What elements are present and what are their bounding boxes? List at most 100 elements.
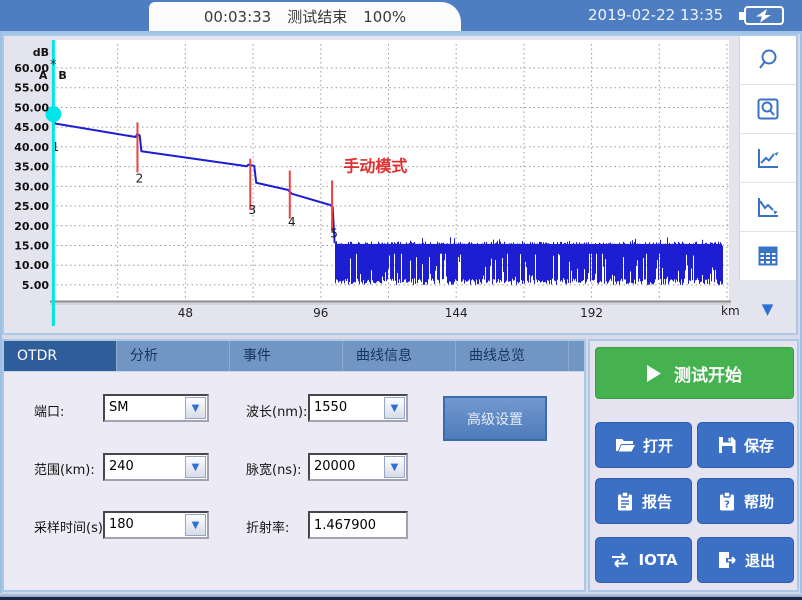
x-tick-label: 48 xyxy=(178,306,193,320)
refractive-index-input[interactable] xyxy=(308,511,408,539)
event-grid-button[interactable] xyxy=(739,232,796,281)
y-tick-label: 50.00 xyxy=(14,101,49,114)
y-tick-label: 45.00 xyxy=(14,121,49,134)
test-status-tab: 00:03:33 测试结束 100% xyxy=(149,2,461,31)
y-tick-label: 15.00 xyxy=(14,239,49,252)
open-label: 打开 xyxy=(643,435,673,456)
mode-annotation: 手动模式 xyxy=(343,156,407,175)
exit-icon xyxy=(716,550,738,570)
y-tick-label: 40.00 xyxy=(14,141,49,154)
x-tick-label: 144 xyxy=(445,306,468,320)
magnifier-button[interactable] xyxy=(739,36,796,85)
region-zoom-button[interactable] xyxy=(739,85,796,134)
start-test-label: 测试开始 xyxy=(674,361,742,386)
combo-arrow-icon[interactable]: ▼ xyxy=(185,397,206,419)
save-icon xyxy=(717,435,737,455)
x-tick-label: 192 xyxy=(580,306,603,320)
play-icon xyxy=(647,365,662,382)
open-folder-icon xyxy=(614,435,636,455)
pulse-width-select[interactable]: 20000 ▼ xyxy=(308,453,408,481)
noise-top-band xyxy=(335,244,722,254)
report-label: 报告 xyxy=(642,491,672,512)
port-select[interactable]: SM ▼ xyxy=(103,394,209,422)
report-button[interactable]: 报告 xyxy=(595,478,692,524)
cursor-b-label: B xyxy=(58,69,66,82)
otdr-settings-form: 端口: SM ▼ 波长(nm): 1550 ▼ 高级设置 范围(km): 240… xyxy=(4,372,584,591)
tab-analysis[interactable]: 分析 xyxy=(117,341,230,371)
help-icon: ? xyxy=(717,491,737,511)
combo-arrow-icon[interactable]: ▼ xyxy=(185,456,206,478)
datetime-text: 2019-02-22 13:35 xyxy=(588,6,723,24)
combo-arrow-icon[interactable]: ▼ xyxy=(384,456,405,478)
collapse-chart-button[interactable]: ▼ xyxy=(739,281,796,337)
tab-trace-overview[interactable]: 曲线总览 xyxy=(456,341,569,371)
y-axis-unit: dB xyxy=(33,46,49,59)
y-tick-label: 30.00 xyxy=(14,180,49,193)
y-tick-label: 35.00 xyxy=(14,161,49,174)
iota-loop-icon xyxy=(609,551,631,569)
progress-percent: 100% xyxy=(363,8,406,26)
battery-charging-icon xyxy=(736,5,788,26)
pulse-width-label: 脉宽(ns): xyxy=(246,459,302,478)
iota-label: IOTA xyxy=(638,551,677,569)
combo-arrow-icon[interactable]: ▼ xyxy=(384,397,405,419)
wavelength-value: 1550 xyxy=(314,400,347,415)
start-test-button[interactable]: 测试开始 xyxy=(595,347,794,399)
sample-time-value: 180 xyxy=(109,517,134,532)
event-marker-label: 5 xyxy=(330,227,338,241)
y-tick-label: 5.00 xyxy=(22,279,49,292)
report-icon xyxy=(615,491,635,511)
exit-button[interactable]: 退出 xyxy=(697,537,794,583)
x-tick-label: 96 xyxy=(313,306,328,320)
trace-chart-panel: 12345AB*手动模式dB60.0055.0050.0045.0040.003… xyxy=(2,34,798,335)
wavelength-select[interactable]: 1550 ▼ xyxy=(308,394,408,422)
elapsed-time: 00:03:33 xyxy=(204,8,271,26)
y-tick-label: 55.00 xyxy=(14,82,49,95)
x-axis-unit: km xyxy=(721,304,739,318)
port-value: SM xyxy=(109,400,128,415)
region-zoom-icon xyxy=(755,96,781,122)
chart-side-toolbar: ▼ xyxy=(739,36,796,333)
otdr-device-screen: 00:03:33 测试结束 100% 2019-02-22 13:35 1234… xyxy=(0,0,802,600)
trace-zoom-in-icon xyxy=(755,145,781,171)
tab-otdr[interactable]: OTDR xyxy=(4,341,117,371)
otdr-trace-chart[interactable]: 12345AB*手动模式dB60.0055.0050.0045.0040.003… xyxy=(4,36,739,333)
save-button[interactable]: 保存 xyxy=(697,422,794,468)
top-status-bar: 00:03:33 测试结束 100% 2019-02-22 13:35 xyxy=(0,0,802,31)
iota-button[interactable]: IOTA xyxy=(595,537,692,583)
trace-zoom-in-button[interactable] xyxy=(739,134,796,183)
range-value: 240 xyxy=(109,459,134,474)
event-marker-label: 4 xyxy=(288,215,296,229)
sample-time-label: 采样时间(s): xyxy=(34,517,107,536)
event-marker-label: 2 xyxy=(136,171,144,185)
y-tick-label: 10.00 xyxy=(14,259,49,272)
event-marker-label: 3 xyxy=(248,203,256,217)
svg-text:?: ? xyxy=(724,500,730,511)
bottom-edge-strip xyxy=(0,593,802,600)
trace-zoom-out-button[interactable] xyxy=(739,183,796,232)
sample-time-select[interactable]: 180 ▼ xyxy=(103,511,209,539)
exit-label: 退出 xyxy=(745,550,775,571)
refractive-index-label: 折射率: xyxy=(246,517,289,536)
trace-zoom-out-icon xyxy=(755,194,781,220)
cursor-top-marker: * xyxy=(50,58,57,73)
range-select[interactable]: 240 ▼ xyxy=(103,453,209,481)
save-label: 保存 xyxy=(744,435,774,456)
advanced-settings-button[interactable]: 高级设置 xyxy=(443,396,547,441)
help-button[interactable]: ? 帮助 xyxy=(697,478,794,524)
magnifier-icon xyxy=(755,47,781,73)
open-button[interactable]: 打开 xyxy=(595,422,692,468)
pulse-width-value: 20000 xyxy=(314,459,355,474)
settings-panel: OTDR 分析 事件 曲线信息 曲线总览 端口: SM ▼ 波长(nm): 15… xyxy=(2,339,586,592)
help-label: 帮助 xyxy=(744,491,774,512)
range-label: 范围(km): xyxy=(34,459,95,478)
tab-events[interactable]: 事件 xyxy=(230,341,343,371)
event-grid-icon xyxy=(755,243,781,269)
settings-tabbar: OTDR 分析 事件 曲线信息 曲线总览 xyxy=(4,341,584,372)
combo-arrow-icon[interactable]: ▼ xyxy=(185,514,206,536)
test-status-text: 测试结束 xyxy=(287,6,347,27)
tab-trace-info[interactable]: 曲线信息 xyxy=(343,341,456,371)
port-label: 端口: xyxy=(34,401,64,420)
wavelength-label: 波长(nm): xyxy=(246,401,307,420)
y-tick-label: 60.00 xyxy=(14,62,49,75)
